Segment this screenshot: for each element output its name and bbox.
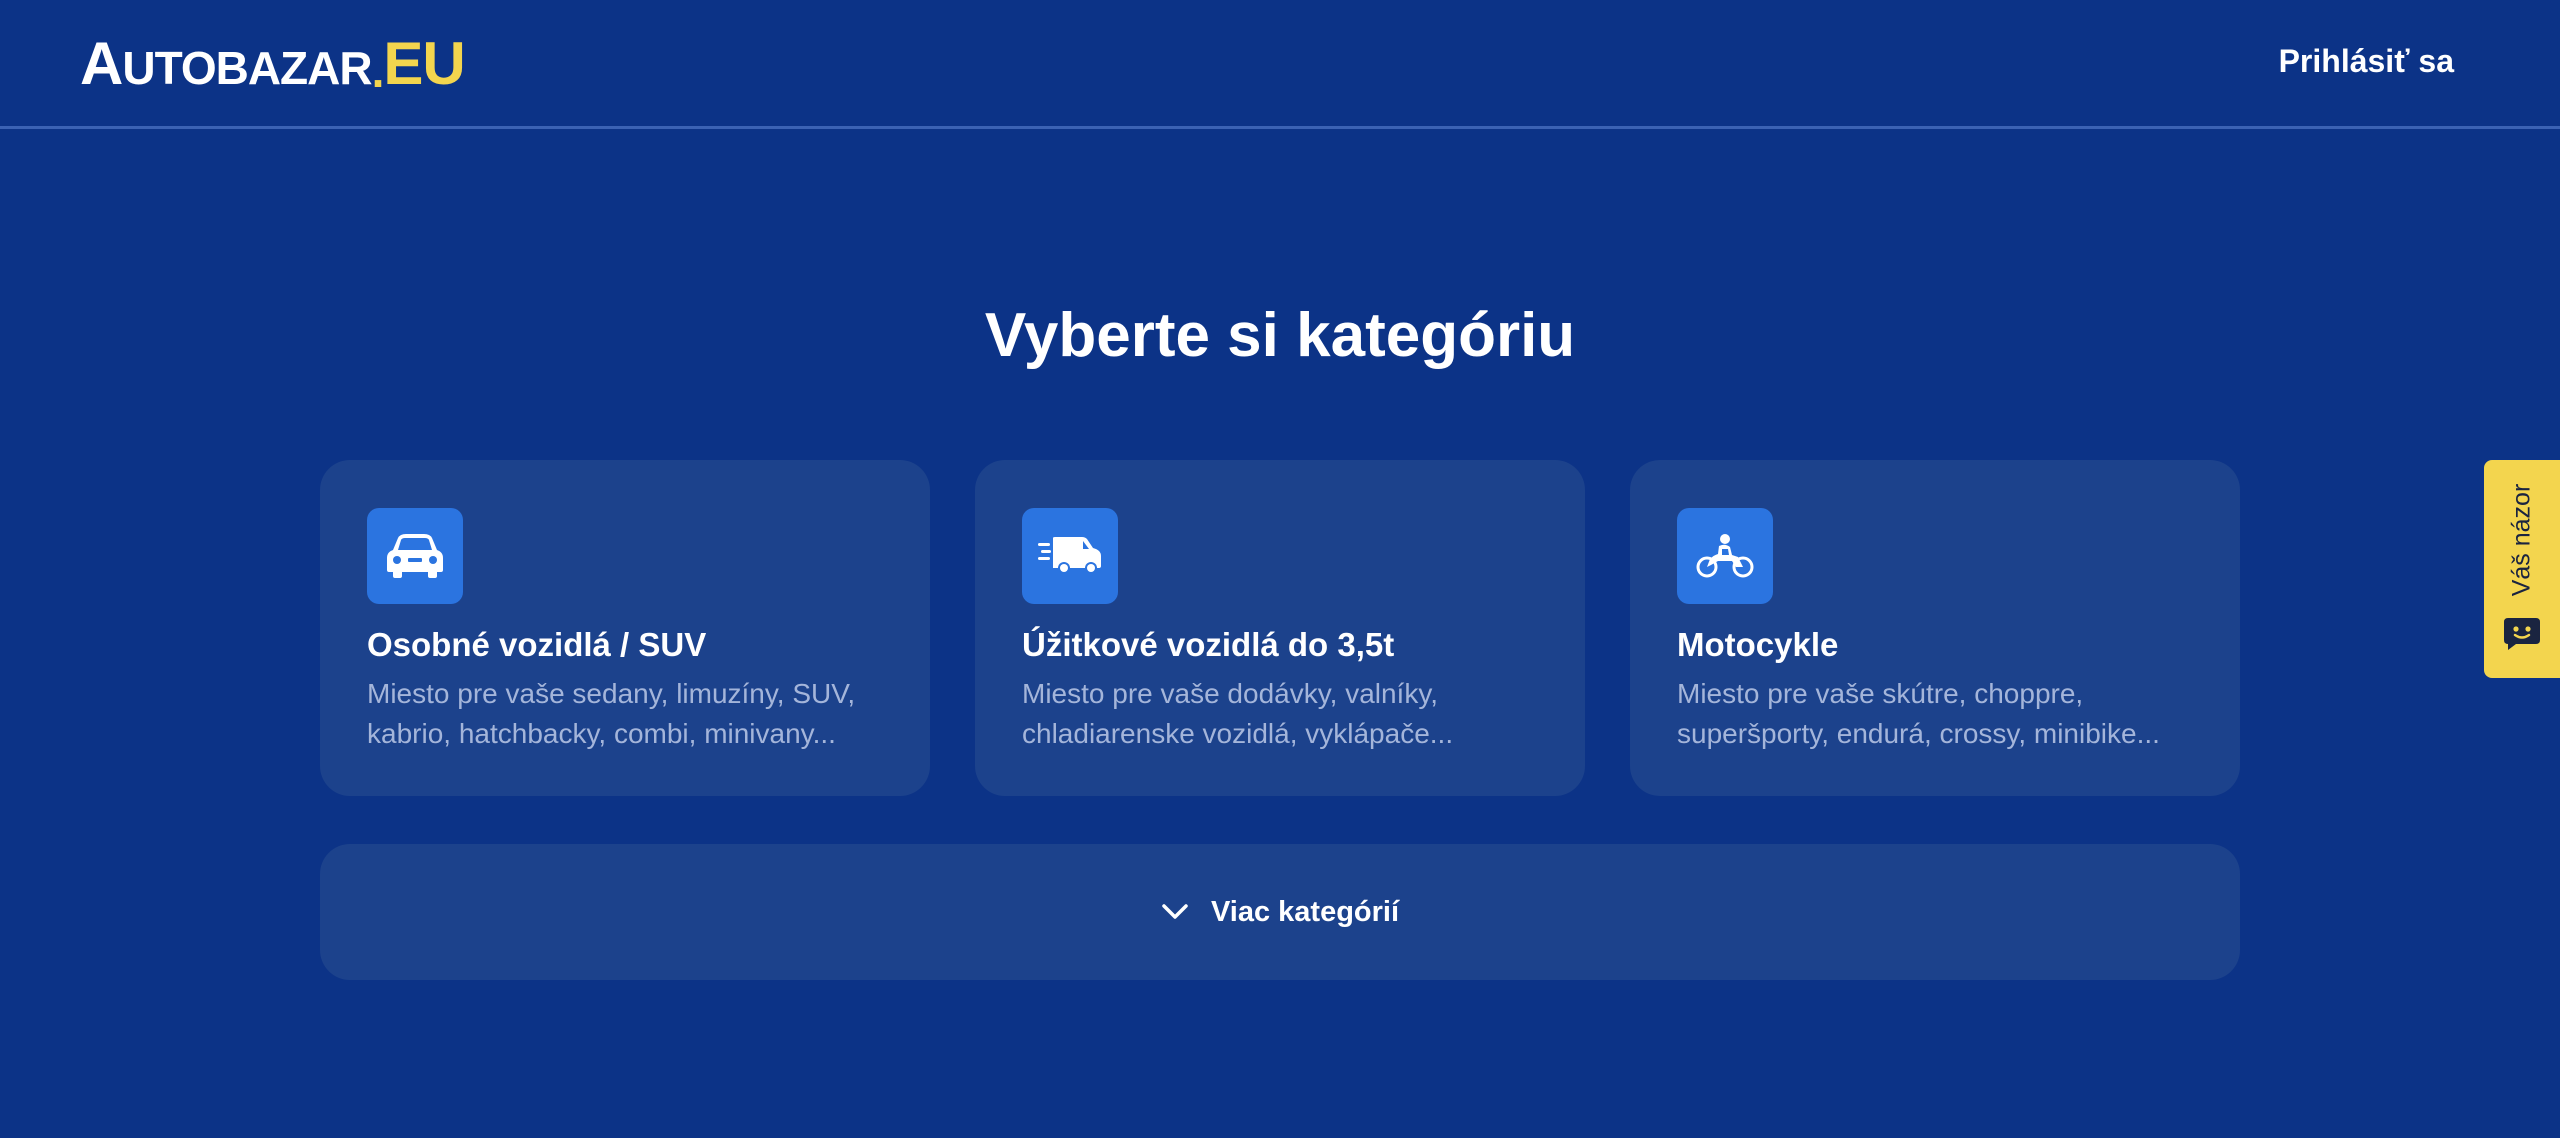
site-header: AUTOBAZAR. EU Prihlásiť sa: [0, 0, 2560, 129]
logo-dot: .: [371, 45, 385, 97]
feedback-label: Váš názor: [2507, 483, 2536, 597]
category-title: Osobné vozidlá / SUV: [367, 626, 707, 663]
category-description: Miesto pre vaše skútre, choppre, superšp…: [1677, 674, 2193, 754]
category-card-vans[interactable]: Úžitkové vozidlá do 3,5t Miesto pre vaše…: [975, 460, 1585, 796]
category-description-line: superšporty, endurá, crossy, minibike...: [1677, 718, 2160, 749]
category-card-cars[interactable]: Osobné vozidlá / SUV Miesto pre vaše sed…: [320, 460, 930, 796]
car-icon: [387, 534, 443, 578]
category-icon-box: [1677, 508, 1773, 604]
category-description-line: kabrio, hatchbacky, combi, minivany...: [367, 718, 836, 749]
page-title: Vyberte si kategóriu: [984, 301, 1576, 370]
more-categories-button[interactable]: Viac kategórií: [320, 844, 2240, 980]
category-title: Motocykle: [1677, 626, 1839, 663]
logo-suffix: EU: [383, 30, 465, 97]
logo-text: AUTOBAZAR: [80, 30, 373, 97]
chevron-down-icon: [1162, 904, 1188, 919]
category-description-line: Miesto pre vaše skútre, choppre,: [1677, 678, 2084, 709]
chat-icon: [2504, 618, 2540, 650]
category-description-line: Miesto pre vaše dodávky, valníky,: [1022, 678, 1439, 709]
category-icon-box: [367, 508, 463, 604]
more-categories-label: Viac kategórií: [1210, 895, 1400, 928]
category-title: Úžitkové vozidlá do 3,5t: [1022, 626, 1395, 663]
motorcycle-icon: [1696, 534, 1754, 578]
category-icon-box: [1022, 508, 1118, 604]
van-icon: [1038, 537, 1101, 574]
category-description-line: chladiarenske vozidlá, vyklápače...: [1022, 718, 1454, 749]
feedback-tab[interactable]: Váš názor: [2484, 460, 2560, 678]
category-description: Miesto pre vaše dodávky, valníky, chladi…: [1022, 674, 1538, 754]
category-card-motorcycles[interactable]: Motocykle Miesto pre vaše skútre, choppr…: [1630, 460, 2240, 796]
category-description: Miesto pre vaše sedany, limuzíny, SUV, k…: [367, 674, 883, 754]
autobazar-logo[interactable]: AUTOBAZAR. EU: [80, 30, 466, 97]
category-description-line: Miesto pre vaše sedany, limuzíny, SUV,: [367, 678, 856, 709]
login-link[interactable]: Prihlásiť sa: [2279, 43, 2454, 80]
